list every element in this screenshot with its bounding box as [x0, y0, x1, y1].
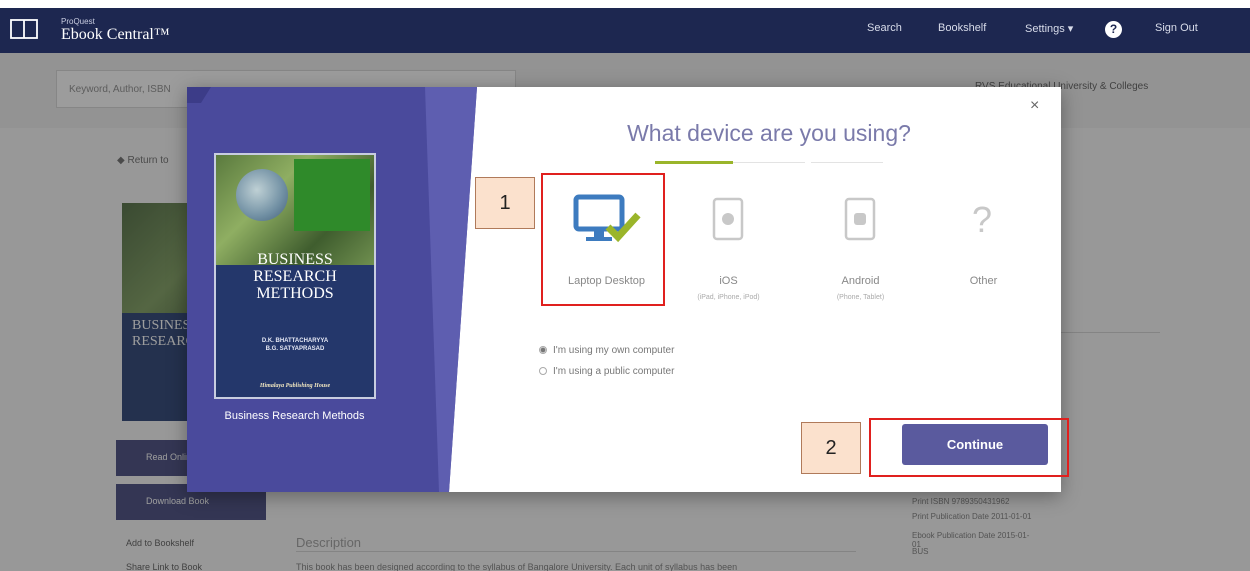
- progress-step-active: [655, 161, 733, 164]
- option-label: I'm using a public computer: [553, 366, 675, 377]
- top-navigation-bar: ProQuest Ebook Central™ Search Bookshelf…: [0, 8, 1250, 53]
- dialog-book-panel: BUSINESS RESEARCH METHODS D.K. BHATTACHA…: [187, 87, 477, 492]
- close-button[interactable]: ×: [1030, 97, 1039, 115]
- book-cover: BUSINESS RESEARCH METHODS D.K. BHATTACHA…: [214, 153, 376, 399]
- book-logo-icon[interactable]: [10, 18, 38, 40]
- device-label: Other: [969, 275, 998, 287]
- dialog-title: What device are you using?: [627, 120, 911, 146]
- question-mark-icon: ?: [972, 199, 993, 240]
- own-computer-option[interactable]: I'm using my own computer: [539, 345, 674, 356]
- public-computer-option[interactable]: I'm using a public computer: [539, 366, 674, 377]
- device-option-android[interactable]: Android (Phone, Tablet): [802, 173, 919, 303]
- device-sublabel: (Phone, Tablet): [836, 294, 885, 301]
- annotation-step-2: 2: [801, 422, 861, 474]
- nav-sign-out-link[interactable]: Sign Out: [1155, 22, 1198, 34]
- book-author: B.G. SATYAPRASAD: [265, 346, 325, 352]
- device-label: Android: [841, 275, 880, 287]
- annotation-highlight-laptop: [541, 173, 665, 306]
- nav-search-link[interactable]: Search: [867, 22, 902, 34]
- nav-bookshelf-link[interactable]: Bookshelf: [938, 22, 986, 34]
- device-option-ios[interactable]: iOS (iPad, iPhone, iPod): [670, 173, 787, 303]
- book-caption: Business Research Methods: [224, 410, 365, 422]
- book-cover-title: BUSINESS RESEARCH METHODS: [253, 251, 337, 302]
- device-option-other[interactable]: ? Other: [925, 173, 1042, 303]
- progress-step: [811, 162, 883, 163]
- device-label: iOS: [719, 275, 738, 287]
- brand-name[interactable]: Ebook Central™: [61, 26, 170, 44]
- option-label: I'm using my own computer: [553, 345, 675, 356]
- radio-selected-icon[interactable]: [539, 346, 547, 354]
- radio-unselected-icon[interactable]: [539, 367, 547, 375]
- book-author: D.K. BHATTACHARYYA: [261, 338, 329, 344]
- nav-settings-menu[interactable]: Settings ▾: [1025, 22, 1073, 35]
- book-publisher: Himalaya Publishing House: [259, 383, 331, 389]
- annotation-step-1: 1: [475, 177, 535, 229]
- android-device-icon: [844, 197, 876, 241]
- window-top-edge: [0, 0, 1250, 8]
- progress-step: [733, 162, 805, 163]
- ios-device-icon: [712, 197, 744, 241]
- help-icon[interactable]: ?: [1105, 21, 1122, 38]
- device-sublabel: (iPad, iPhone, iPod): [697, 294, 760, 301]
- globe-illustration: [236, 169, 288, 221]
- annotation-highlight-continue: [869, 418, 1069, 477]
- brand-provider: ProQuest: [61, 17, 95, 26]
